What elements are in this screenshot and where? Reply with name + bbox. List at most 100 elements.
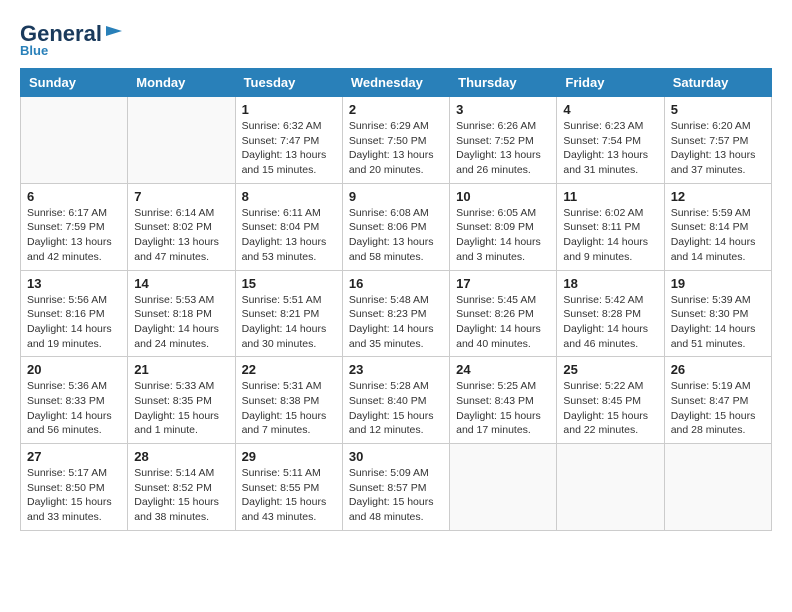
day-info: Sunrise: 5:19 AMSunset: 8:47 PMDaylight:… <box>671 379 765 438</box>
day-info: Sunrise: 5:53 AMSunset: 8:18 PMDaylight:… <box>134 293 228 352</box>
calendar-cell <box>21 97 128 184</box>
weekday-header-tuesday: Tuesday <box>235 69 342 97</box>
day-number: 5 <box>671 102 765 117</box>
day-number: 30 <box>349 449 443 464</box>
calendar-cell: 6Sunrise: 6:17 AMSunset: 7:59 PMDaylight… <box>21 183 128 270</box>
day-number: 1 <box>242 102 336 117</box>
calendar-cell: 14 Sunrise: 5:53 AMSunset: 8:18 PMDayligh… <box>128 270 235 357</box>
calendar-cell: 7Sunrise: 6:14 AMSunset: 8:02 PMDaylight… <box>128 183 235 270</box>
calendar-cell: 11 Sunrise: 6:02 AMSunset: 8:11 PMDayligh… <box>557 183 664 270</box>
day-number: 14 <box>134 276 228 291</box>
logo-text: General <box>20 23 102 45</box>
day-number: 16 <box>349 276 443 291</box>
calendar-cell <box>664 444 771 531</box>
calendar-cell: 28 Sunrise: 5:14 AMSunset: 8:52 PMDayligh… <box>128 444 235 531</box>
calendar-cell <box>128 97 235 184</box>
day-number: 24 <box>456 362 550 377</box>
day-info: Sunrise: 5:28 AMSunset: 8:40 PMDaylight:… <box>349 379 443 438</box>
day-number: 26 <box>671 362 765 377</box>
day-number: 13 <box>27 276 121 291</box>
day-number: 6 <box>27 189 121 204</box>
calendar-cell: 17 Sunrise: 5:45 AMSunset: 8:26 PMDayligh… <box>450 270 557 357</box>
calendar-cell: 9 Sunrise: 6:08 AMSunset: 8:06 PMDaylight… <box>342 183 449 270</box>
calendar-cell: 12 Sunrise: 5:59 AMSunset: 8:14 PMDayligh… <box>664 183 771 270</box>
day-info: Sunrise: 6:20 AMSunset: 7:57 PMDaylight:… <box>671 119 765 178</box>
calendar-cell: 10Sunrise: 6:05 AMSunset: 8:09 PMDayligh… <box>450 183 557 270</box>
day-info: Sunrise: 6:05 AMSunset: 8:09 PMDaylight:… <box>456 206 550 265</box>
day-number: 9 <box>349 189 443 204</box>
day-number: 4 <box>563 102 657 117</box>
calendar-cell: 8 Sunrise: 6:11 AMSunset: 8:04 PMDaylight… <box>235 183 342 270</box>
day-info: Sunrise: 5:56 AMSunset: 8:16 PMDaylight:… <box>27 293 121 352</box>
calendar-cell: 30 Sunrise: 5:09 AMSunset: 8:57 PMDayligh… <box>342 444 449 531</box>
calendar-cell: 27 Sunrise: 5:17 AMSunset: 8:50 PMDayligh… <box>21 444 128 531</box>
weekday-header-sunday: Sunday <box>21 69 128 97</box>
logo: General Blue <box>20 20 126 58</box>
day-info: Sunrise: 5:22 AMSunset: 8:45 PMDaylight:… <box>563 379 657 438</box>
day-info: Sunrise: 6:26 AMSunset: 7:52 PMDaylight:… <box>456 119 550 178</box>
day-number: 2 <box>349 102 443 117</box>
day-info: Sunrise: 5:17 AMSunset: 8:50 PMDaylight:… <box>27 466 121 525</box>
calendar-cell: 26 Sunrise: 5:19 AMSunset: 8:47 PMDayligh… <box>664 357 771 444</box>
day-info: Sunrise: 5:09 AMSunset: 8:57 PMDaylight:… <box>349 466 443 525</box>
calendar-cell: 1 Sunrise: 6:32 AMSunset: 7:47 PMDaylight… <box>235 97 342 184</box>
calendar-cell: 24 Sunrise: 5:25 AMSunset: 8:43 PMDayligh… <box>450 357 557 444</box>
day-info: Sunrise: 5:39 AMSunset: 8:30 PMDaylight:… <box>671 293 765 352</box>
calendar-week-3: 20Sunrise: 5:36 AMSunset: 8:33 PMDayligh… <box>21 357 772 444</box>
day-info: Sunrise: 5:14 AMSunset: 8:52 PMDaylight:… <box>134 466 228 525</box>
calendar-cell: 22 Sunrise: 5:31 AMSunset: 8:38 PMDayligh… <box>235 357 342 444</box>
calendar-cell: 25 Sunrise: 5:22 AMSunset: 8:45 PMDayligh… <box>557 357 664 444</box>
weekday-header-thursday: Thursday <box>450 69 557 97</box>
day-number: 15 <box>242 276 336 291</box>
weekday-header-monday: Monday <box>128 69 235 97</box>
day-number: 21 <box>134 362 228 377</box>
weekday-header-friday: Friday <box>557 69 664 97</box>
logo-icon <box>104 20 126 42</box>
day-info: Sunrise: 5:51 AMSunset: 8:21 PMDaylight:… <box>242 293 336 352</box>
calendar-table: SundayMondayTuesdayWednesdayThursdayFrid… <box>20 68 772 531</box>
day-number: 17 <box>456 276 550 291</box>
calendar-cell <box>450 444 557 531</box>
day-info: Sunrise: 5:11 AMSunset: 8:55 PMDaylight:… <box>242 466 336 525</box>
calendar-cell: 5 Sunrise: 6:20 AMSunset: 7:57 PMDaylight… <box>664 97 771 184</box>
calendar-cell: 2 Sunrise: 6:29 AMSunset: 7:50 PMDaylight… <box>342 97 449 184</box>
day-info: Sunrise: 6:29 AMSunset: 7:50 PMDaylight:… <box>349 119 443 178</box>
day-number: 28 <box>134 449 228 464</box>
calendar-cell: 18 Sunrise: 5:42 AMSunset: 8:28 PMDayligh… <box>557 270 664 357</box>
day-number: 29 <box>242 449 336 464</box>
calendar-cell: 3Sunrise: 6:26 AMSunset: 7:52 PMDaylight… <box>450 97 557 184</box>
day-number: 25 <box>563 362 657 377</box>
calendar-week-1: 6Sunrise: 6:17 AMSunset: 7:59 PMDaylight… <box>21 183 772 270</box>
calendar-cell: 19 Sunrise: 5:39 AMSunset: 8:30 PMDayligh… <box>664 270 771 357</box>
calendar-cell: 13 Sunrise: 5:56 AMSunset: 8:16 PMDayligh… <box>21 270 128 357</box>
day-info: Sunrise: 5:59 AMSunset: 8:14 PMDaylight:… <box>671 206 765 265</box>
day-number: 27 <box>27 449 121 464</box>
day-number: 19 <box>671 276 765 291</box>
day-number: 12 <box>671 189 765 204</box>
logo-blue: Blue <box>20 43 48 58</box>
calendar-cell: 21Sunrise: 5:33 AMSunset: 8:35 PMDayligh… <box>128 357 235 444</box>
day-info: Sunrise: 5:25 AMSunset: 8:43 PMDaylight:… <box>456 379 550 438</box>
calendar-cell: 20Sunrise: 5:36 AMSunset: 8:33 PMDayligh… <box>21 357 128 444</box>
calendar-week-4: 27 Sunrise: 5:17 AMSunset: 8:50 PMDayligh… <box>21 444 772 531</box>
page-header: General Blue <box>20 20 772 58</box>
calendar-body: 1 Sunrise: 6:32 AMSunset: 7:47 PMDaylight… <box>21 97 772 531</box>
day-info: Sunrise: 6:14 AMSunset: 8:02 PMDaylight:… <box>134 206 228 265</box>
day-number: 11 <box>563 189 657 204</box>
calendar-cell: 15 Sunrise: 5:51 AMSunset: 8:21 PMDayligh… <box>235 270 342 357</box>
calendar-cell: 29 Sunrise: 5:11 AMSunset: 8:55 PMDayligh… <box>235 444 342 531</box>
day-info: Sunrise: 5:31 AMSunset: 8:38 PMDaylight:… <box>242 379 336 438</box>
day-info: Sunrise: 6:08 AMSunset: 8:06 PMDaylight:… <box>349 206 443 265</box>
day-info: Sunrise: 5:45 AMSunset: 8:26 PMDaylight:… <box>456 293 550 352</box>
day-number: 22 <box>242 362 336 377</box>
day-info: Sunrise: 5:48 AMSunset: 8:23 PMDaylight:… <box>349 293 443 352</box>
day-info: Sunrise: 6:02 AMSunset: 8:11 PMDaylight:… <box>563 206 657 265</box>
day-info: Sunrise: 5:42 AMSunset: 8:28 PMDaylight:… <box>563 293 657 352</box>
day-number: 18 <box>563 276 657 291</box>
day-info: Sunrise: 6:32 AMSunset: 7:47 PMDaylight:… <box>242 119 336 178</box>
calendar-week-2: 13 Sunrise: 5:56 AMSunset: 8:16 PMDayligh… <box>21 270 772 357</box>
day-number: 20 <box>27 362 121 377</box>
day-number: 8 <box>242 189 336 204</box>
day-info: Sunrise: 6:11 AMSunset: 8:04 PMDaylight:… <box>242 206 336 265</box>
calendar-cell: 16 Sunrise: 5:48 AMSunset: 8:23 PMDayligh… <box>342 270 449 357</box>
